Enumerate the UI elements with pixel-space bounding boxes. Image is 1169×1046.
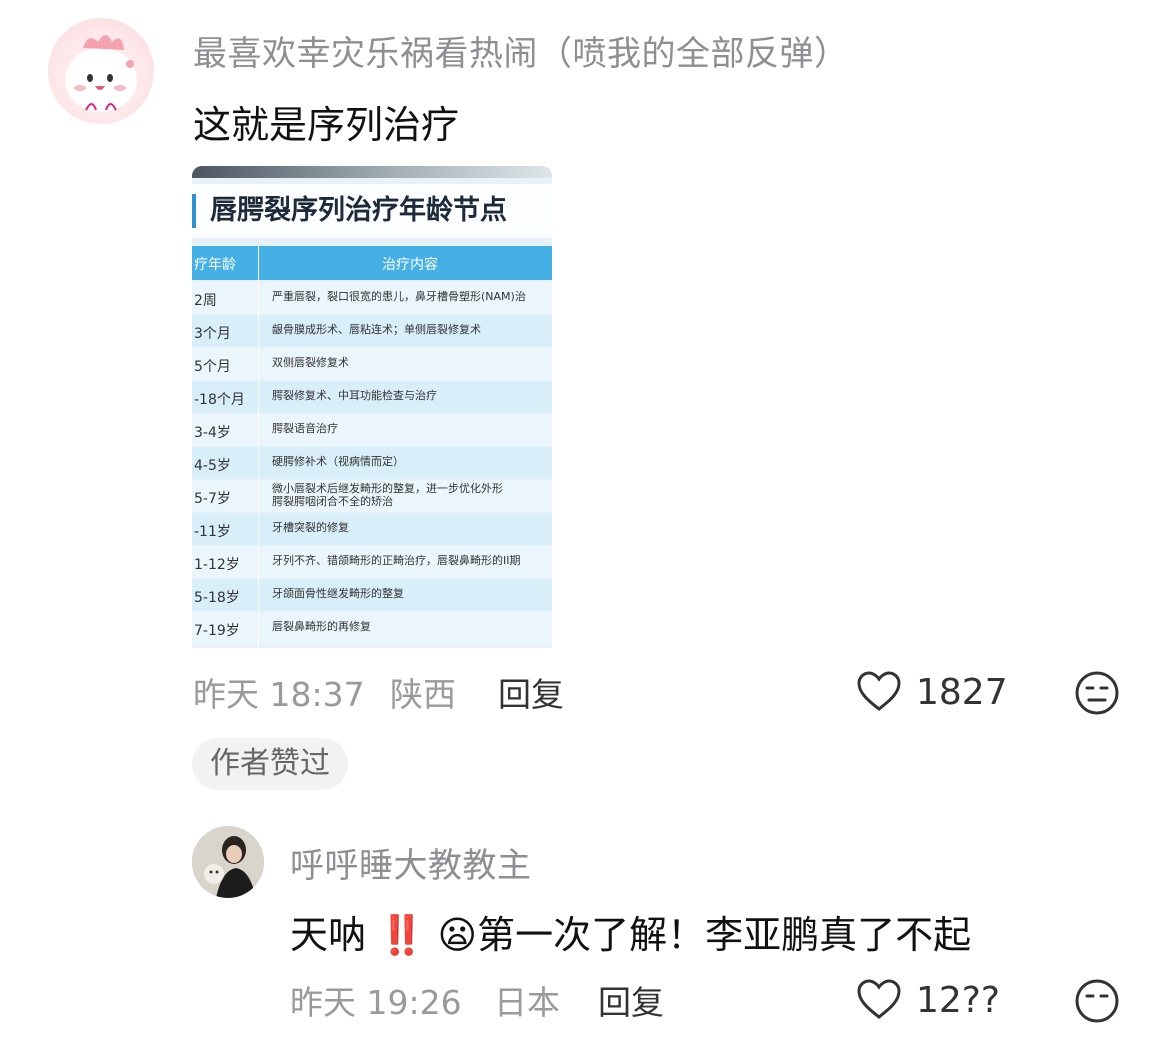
row-content: 龈骨膜成形术、唇粘连术；单侧唇裂修复术 xyxy=(272,323,481,336)
row-age: 4-5岁 xyxy=(194,458,231,474)
row-age: 1-12岁 xyxy=(194,557,240,573)
row-content: 硬腭修补术（视病情而定） xyxy=(272,455,404,468)
comment-location: 陕西 xyxy=(390,675,456,714)
row-content: 牙槽突裂的修复 xyxy=(272,521,349,534)
row-content: 唇裂鼻畸形的再修复 xyxy=(272,620,371,633)
image-table-row: 5-7岁 微小唇裂术后继发畸形的整复，进一步优化外形 腭裂腭咽闭合不全的矫治 xyxy=(192,480,552,512)
dislike-button[interactable] xyxy=(1074,670,1120,716)
image-table-row: 2周 严重唇裂，裂口很宽的患儿，鼻牙槽骨塑形(NAM)治 xyxy=(192,282,552,314)
comment-text: 天呐 ‼️ 😦第一次了解！李亚鹏真了不起 xyxy=(290,904,971,959)
reply-button[interactable]: 回复 xyxy=(498,668,564,716)
image-title: 唇腭裂序列治疗年龄节点 xyxy=(192,184,552,238)
row-age: 5个月 xyxy=(194,359,231,375)
username[interactable]: 呼呼睡大教教主 xyxy=(290,838,532,887)
author-liked-badge: 作者赞过 xyxy=(192,738,348,790)
row-age: 7-19岁 xyxy=(194,623,240,639)
row-age: 5-7岁 xyxy=(194,491,231,507)
heart-outline-icon xyxy=(856,978,902,1020)
meh-face-icon xyxy=(1074,978,1120,1024)
image-table-row: 3-4岁 腭裂语音治疗 xyxy=(192,414,552,446)
like-count: 12?? xyxy=(916,980,1001,1021)
comment-image[interactable]: 唇腭裂序列治疗年龄节点 疗年龄 治疗内容 2周 严重唇裂，裂口很宽的患儿，鼻牙槽骨… xyxy=(192,166,552,648)
comment-text-part1: 天呐 xyxy=(290,913,367,957)
meh-face-icon xyxy=(1074,670,1120,716)
double-exclamation-emoji: ‼️ xyxy=(378,913,426,957)
like-button[interactable] xyxy=(856,670,902,712)
image-table-row: 5个月 双侧唇裂修复术 xyxy=(192,348,552,380)
like-button[interactable] xyxy=(856,978,902,1020)
row-content: 牙颌面骨性继发畸形的整复 xyxy=(272,587,404,600)
row-content: 腭裂修复术、中耳功能检查与治疗 xyxy=(272,389,437,402)
row-age: -18个月 xyxy=(194,392,245,408)
image-table-row: -18个月 腭裂修复术、中耳功能检查与治疗 xyxy=(192,381,552,413)
comment-time: 昨天 19:26 xyxy=(290,983,462,1022)
image-table-header: 疗年龄 治疗内容 xyxy=(192,246,552,280)
row-age: 3-4岁 xyxy=(194,425,231,441)
dislike-button[interactable] xyxy=(1074,978,1120,1024)
avatar[interactable] xyxy=(192,826,264,898)
header-age: 疗年龄 xyxy=(194,257,236,273)
row-age: -11岁 xyxy=(194,524,231,540)
comment-time: 昨天 18:37 xyxy=(193,675,365,714)
reply-button[interactable]: 回复 xyxy=(598,976,664,1024)
surprised-face-emoji: 😦 xyxy=(437,913,478,957)
row-content: 腭裂语音治疗 xyxy=(272,422,338,435)
image-table-row: -11岁 牙槽突裂的修复 xyxy=(192,513,552,545)
image-table-row: 3个月 龈骨膜成形术、唇粘连术；单侧唇裂修复术 xyxy=(192,315,552,347)
header-content: 治疗内容 xyxy=(382,257,438,273)
image-table-row: 7-19岁 唇裂鼻畸形的再修复 xyxy=(192,612,552,644)
row-content: 牙列不齐、错颌畸形的正畸治疗，唇裂鼻畸形的II期 xyxy=(272,554,521,567)
image-table-row: 4-5岁 硬腭修补术（视病情而定） xyxy=(192,447,552,479)
row-age: 3个月 xyxy=(194,326,231,342)
row-content: 严重唇裂，裂口很宽的患儿，鼻牙槽骨塑形(NAM)治 xyxy=(272,290,526,303)
image-top-strip xyxy=(192,166,552,178)
comment-location: 日本 xyxy=(494,983,560,1022)
row-content: 微小唇裂术后继发畸形的整复，进一步优化外形 腭裂腭咽闭合不全的矫治 xyxy=(272,482,503,508)
row-age: 2周 xyxy=(194,293,217,309)
image-table-row: 1-12岁 牙列不齐、错颌畸形的正畸治疗，唇裂鼻畸形的II期 xyxy=(192,546,552,578)
image-table-row: 5-18岁 牙颌面骨性继发畸形的整复 xyxy=(192,579,552,611)
username[interactable]: 最喜欢幸灾乐祸看热闹（喷我的全部反弹） xyxy=(193,26,849,75)
column-divider xyxy=(258,246,259,648)
avatar[interactable] xyxy=(48,18,154,124)
row-content: 双侧唇裂修复术 xyxy=(272,356,349,369)
heart-outline-icon xyxy=(856,670,902,712)
row-age: 5-18岁 xyxy=(194,590,240,606)
comment-text-part2: 第一次了解！李亚鹏真了不起 xyxy=(477,913,972,957)
comment-text: 这就是序列治疗 xyxy=(193,103,460,147)
like-count: 1827 xyxy=(916,672,1008,713)
